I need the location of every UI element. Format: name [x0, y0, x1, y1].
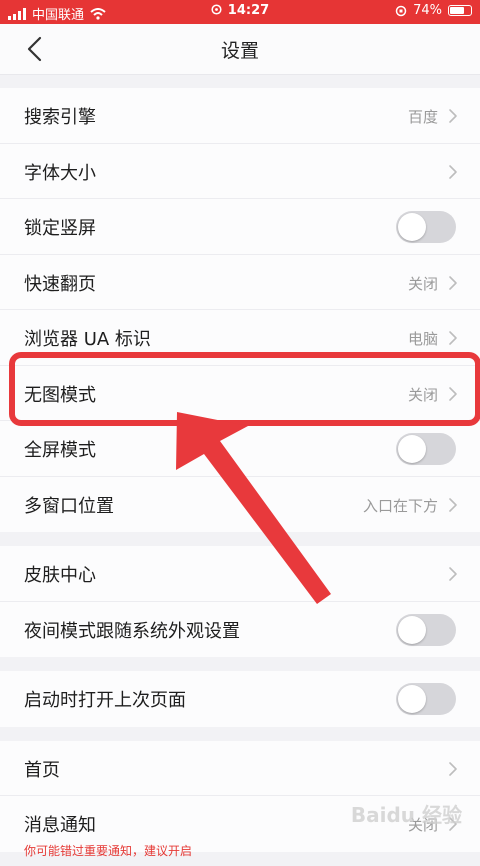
- watermark-text: Baidu 经验: [350, 803, 462, 827]
- annotation-arrow: [176, 412, 331, 604]
